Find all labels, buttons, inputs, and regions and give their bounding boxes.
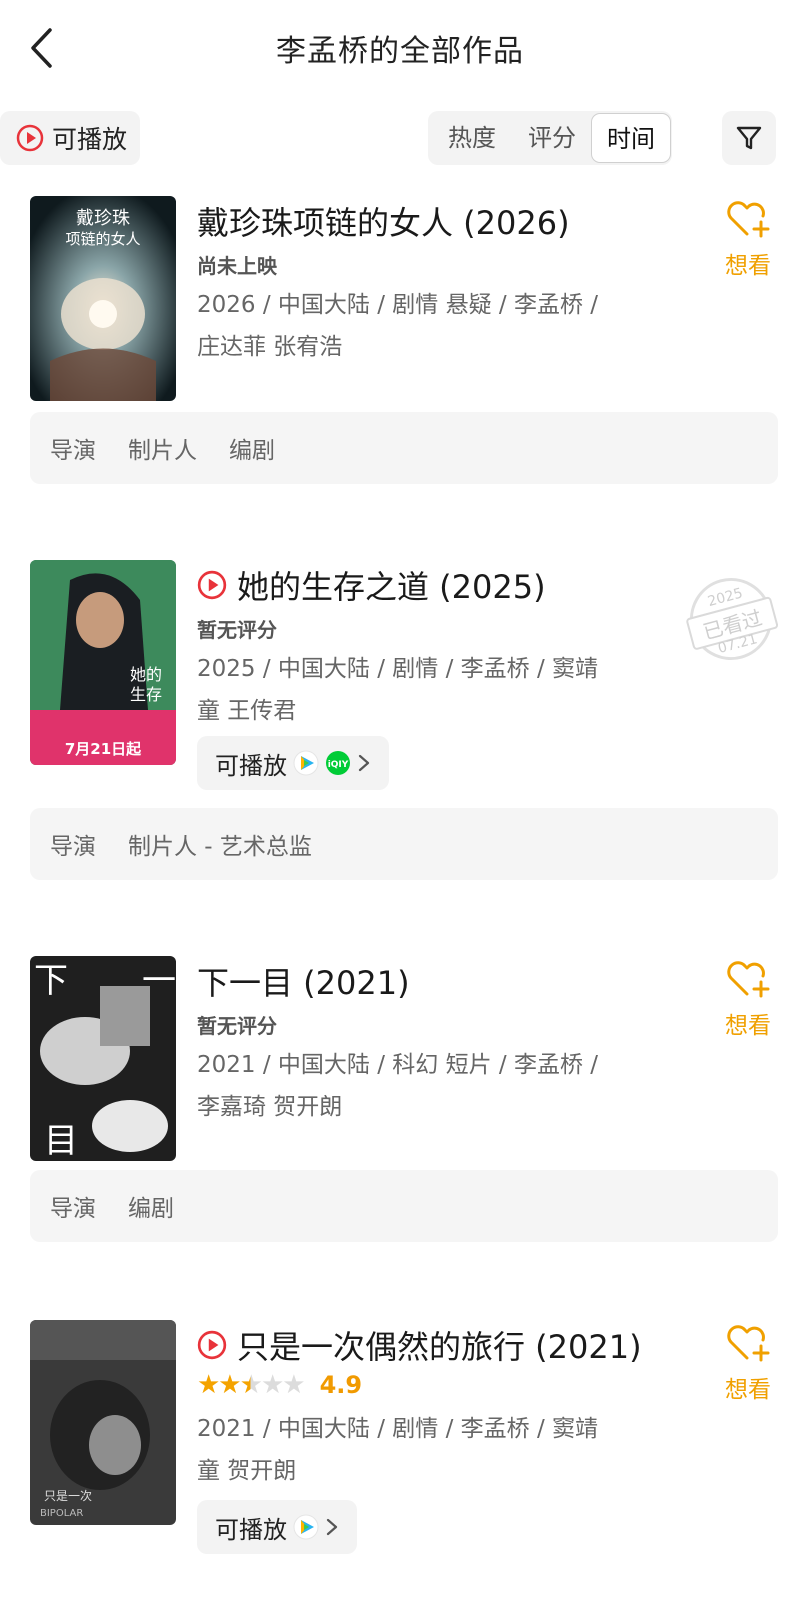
filter-button[interactable]	[722, 111, 776, 165]
playable-sources-button[interactable]: 可播放	[197, 1500, 357, 1554]
playable-label: 可播放	[215, 1515, 287, 1544]
playable-label: 可播放	[215, 751, 287, 780]
play-circle-icon	[197, 1330, 227, 1360]
movie-status: 暂无评分	[197, 618, 277, 642]
playable-filter-button[interactable]: 可播放	[0, 111, 140, 165]
role-label: 导演	[50, 1196, 96, 1222]
heart-plus-icon	[727, 1325, 770, 1362]
chevron-right-icon	[326, 1518, 338, 1536]
movie-title[interactable]: 戴珍珠项链的女人 (2026)	[197, 198, 570, 244]
movie-title-text: 下一目 (2021)	[197, 964, 410, 1002]
movie-card[interactable]: 只是一次 BIPOLAR 只是一次偶然的旅行 (2021) ★★★★★ 4.9 …	[0, 1320, 800, 1617]
movie-poster[interactable]: 下 一 目	[30, 956, 176, 1161]
movie-meta-line: 庄达菲 张宥浩	[197, 334, 343, 360]
sort-tab-time[interactable]: 时间	[591, 113, 671, 163]
movie-meta: 2026 / 中国大陆 / 剧情 悬疑 / 李孟桥 / 庄达菲 张宥浩	[197, 284, 637, 368]
playable-filter-label: 可播放	[52, 125, 128, 154]
svg-text:她的: 她的	[130, 665, 162, 684]
poster-image: 只是一次 BIPOLAR	[30, 1320, 176, 1525]
movie-title[interactable]: 她的生存之道 (2025)	[197, 562, 546, 608]
want-to-watch-button[interactable]: 想看	[718, 958, 778, 1040]
roles-bar: 导演 制片人 编剧	[30, 412, 778, 484]
poster-date-text: 7月21日起	[65, 740, 142, 758]
poster-image: 她的 生存 7月21日起	[30, 560, 176, 765]
poster-image: 戴珍珠 项链的女人	[30, 196, 176, 401]
movie-status: 尚未上映	[197, 254, 277, 278]
page-title: 李孟桥的全部作品	[276, 34, 524, 69]
movie-meta: 2021 / 中国大陆 / 科幻 短片 / 李孟桥 / 李嘉琦 贺开朗	[197, 1044, 637, 1128]
movie-meta: 2025 / 中国大陆 / 剧情 / 李孟桥 / 窦靖 童 王传君	[197, 648, 637, 732]
watched-stamp: 2025 已看过 07.21	[680, 568, 782, 670]
movie-title[interactable]: 下一目 (2021)	[197, 958, 410, 1004]
movie-title[interactable]: 只是一次偶然的旅行 (2021)	[197, 1322, 642, 1368]
movie-meta-line: 2021 / 中国大陆 / 科幻 短片 / 李孟桥 /	[197, 1052, 599, 1078]
svg-text:只是一次: 只是一次	[44, 1489, 92, 1503]
play-circle-icon	[16, 124, 44, 152]
role-label: 编剧	[229, 438, 275, 464]
svg-text:项链的女人: 项链的女人	[65, 230, 140, 248]
heart-plus-icon	[727, 201, 770, 238]
svg-text:戴珍珠: 戴珍珠	[76, 208, 130, 229]
movie-status: 暂无评分	[197, 1014, 277, 1038]
header: 李孟桥的全部作品	[0, 0, 800, 100]
sort-tab-rating[interactable]: 评分	[516, 111, 588, 165]
chevron-right-icon	[358, 754, 370, 772]
svg-text:一: 一	[142, 961, 176, 1001]
role-label: 制片人 - 艺术总监	[128, 834, 312, 860]
playable-sources-button[interactable]: 可播放 iQIY	[197, 736, 389, 790]
role-label: 编剧	[128, 1196, 174, 1222]
movie-meta-line: 2021 / 中国大陆 / 剧情 / 李孟桥 / 窦靖	[197, 1416, 599, 1442]
movie-poster[interactable]: 戴珍珠 项链的女人	[30, 196, 176, 401]
movie-card[interactable]: 她的 生存 7月21日起 她的生存之道 (2025) 暂无评分 2025 / 中…	[0, 560, 800, 890]
funnel-icon	[736, 126, 762, 150]
movie-meta-line: 童 王传君	[197, 698, 297, 724]
movie-meta: 2021 / 中国大陆 / 剧情 / 李孟桥 / 窦靖 童 贺开朗	[197, 1408, 637, 1492]
movie-meta-line: 李嘉琦 贺开朗	[197, 1094, 343, 1120]
play-circle-icon	[197, 570, 227, 600]
svg-text:目: 目	[44, 1121, 78, 1161]
heart-plus-icon	[727, 961, 770, 998]
svg-text:下: 下	[34, 961, 68, 1001]
role-label: 导演	[50, 834, 96, 860]
tencent-video-icon	[293, 750, 319, 776]
sort-segmented-control: 热度 评分 时间	[428, 111, 672, 165]
iqiyi-icon: iQIY	[326, 751, 350, 775]
movie-poster[interactable]: 她的 生存 7月21日起	[30, 560, 176, 765]
poster-image: 下 一 目	[30, 956, 176, 1161]
movie-meta-line: 童 贺开朗	[197, 1458, 297, 1484]
want-to-watch-button[interactable]: 想看	[718, 198, 778, 280]
tencent-video-icon	[293, 1514, 319, 1540]
movie-poster[interactable]: 只是一次 BIPOLAR	[30, 1320, 176, 1525]
movie-rating: ★★★★★ 4.9	[197, 1370, 362, 1400]
rating-stars: ★★★★★	[197, 1370, 306, 1400]
want-to-watch-label: 想看	[725, 253, 771, 279]
filter-bar: 可播放 热度 评分 时间	[0, 108, 800, 168]
rating-score: 4.9	[319, 1371, 363, 1399]
role-label: 制片人	[128, 438, 197, 464]
want-to-watch-button[interactable]: 想看	[718, 1322, 778, 1404]
movie-title-text: 戴珍珠项链的女人 (2026)	[197, 204, 570, 242]
movie-meta-line: 2026 / 中国大陆 / 剧情 悬疑 / 李孟桥 /	[197, 292, 599, 318]
roles-bar: 导演 制片人 - 艺术总监	[30, 808, 778, 880]
svg-text:生存: 生存	[130, 685, 162, 704]
roles-bar: 导演 编剧	[30, 1170, 778, 1242]
svg-text:BIPOLAR: BIPOLAR	[40, 1508, 83, 1519]
want-to-watch-label: 想看	[725, 1377, 771, 1403]
movie-title-text: 她的生存之道 (2025)	[237, 568, 546, 606]
movie-title-text: 只是一次偶然的旅行 (2021)	[237, 1328, 642, 1366]
want-to-watch-label: 想看	[725, 1013, 771, 1039]
svg-text:iQIY: iQIY	[328, 760, 349, 770]
role-label: 导演	[50, 438, 96, 464]
movie-card[interactable]: 戴珍珠 项链的女人 戴珍珠项链的女人 (2026) 尚未上映 2026 / 中国…	[0, 196, 800, 496]
sort-tab-popularity[interactable]: 热度	[436, 111, 508, 165]
movie-card[interactable]: 下 一 目 下一目 (2021) 暂无评分 2021 / 中国大陆 / 科幻 短…	[0, 956, 800, 1256]
movie-meta-line: 2025 / 中国大陆 / 剧情 / 李孟桥 / 窦靖	[197, 656, 599, 682]
